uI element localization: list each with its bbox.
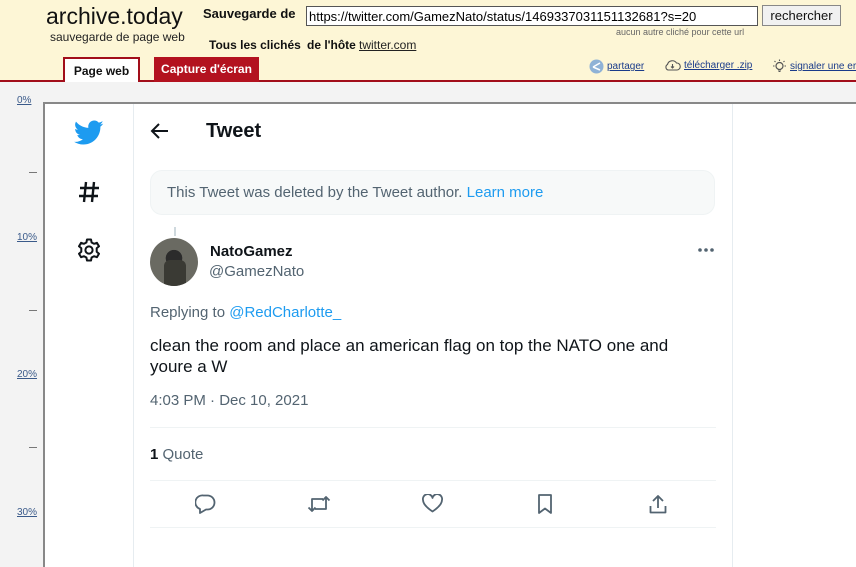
share-upload-icon[interactable] xyxy=(649,494,667,514)
save-label: Sauvegarde de xyxy=(203,6,296,21)
download-label: télécharger .zip xyxy=(684,59,753,71)
share-icon xyxy=(589,59,604,74)
replying-to-prefix: Replying to xyxy=(150,304,226,321)
ruler-tick xyxy=(29,447,37,448)
page-title: Tweet xyxy=(206,120,262,142)
report-label: signaler une erreur xyxy=(790,61,856,72)
ruler-label-0[interactable]: 0% xyxy=(17,95,31,106)
tweet-column: Tweet This Tweet was deleted by the Twee… xyxy=(134,104,733,567)
from-host-label: de l'hôte xyxy=(307,38,356,52)
author-handle[interactable]: @GamezNato xyxy=(209,263,304,280)
lightbulb-icon xyxy=(773,59,786,73)
retweet-icon[interactable] xyxy=(307,494,331,514)
thread-connector-line xyxy=(174,227,176,236)
settings-gear-icon[interactable] xyxy=(77,238,101,262)
ruler-tick xyxy=(29,310,37,311)
avatar[interactable] xyxy=(150,238,198,286)
ruler-label-20[interactable]: 20% xyxy=(17,369,37,380)
host-link[interactable]: twitter.com xyxy=(359,38,416,52)
learn-more-link[interactable]: Learn more xyxy=(467,184,544,201)
author-name[interactable]: NatoGamez xyxy=(210,243,293,260)
ruler-label-10[interactable]: 10% xyxy=(17,232,37,243)
avatar-figure xyxy=(164,260,186,286)
quote-count[interactable]: 1 Quote xyxy=(150,446,203,463)
replying-to: Replying to @RedCharlotte_ xyxy=(150,304,341,321)
explore-hashtag-icon[interactable] xyxy=(77,180,101,204)
share-link[interactable]: partager xyxy=(589,59,644,74)
divider xyxy=(150,427,716,428)
twitter-sidebar xyxy=(45,104,134,567)
like-heart-icon[interactable] xyxy=(422,494,443,513)
tab-webpage[interactable]: Page web xyxy=(63,57,140,82)
all-snapshots-label: Tous les clichés xyxy=(209,38,301,52)
share-label: partager xyxy=(607,61,645,72)
url-input[interactable] xyxy=(306,6,758,26)
search-button[interactable]: rechercher xyxy=(762,5,841,26)
tweet-text: clean the room and place an american fla… xyxy=(150,336,669,376)
replying-to-handle[interactable]: @RedCharlotte_ xyxy=(229,304,341,321)
bookmark-icon[interactable] xyxy=(537,494,553,514)
archive-header: archive.today sauvegarde de page web Sau… xyxy=(0,0,856,82)
back-arrow-icon[interactable] xyxy=(150,121,170,141)
report-link[interactable]: signaler une erreur xyxy=(772,59,856,74)
download-link[interactable]: télécharger .zip xyxy=(664,59,752,71)
twitter-bird-icon[interactable] xyxy=(74,120,104,146)
tab-screenshot[interactable]: Capture d'écran xyxy=(154,57,259,82)
no-other-snapshot-note: aucun autre cliché pour cette url xyxy=(616,27,745,37)
cloud-download-icon xyxy=(665,60,681,71)
divider xyxy=(150,527,716,528)
quote-count-label: Quote xyxy=(162,446,204,463)
reply-icon[interactable] xyxy=(195,494,216,514)
quote-count-number: 1 xyxy=(150,446,159,463)
ruler-label-30[interactable]: 30% xyxy=(17,507,37,518)
more-options-icon[interactable] xyxy=(697,247,715,253)
deleted-notice-text: This Tweet was deleted by the Tweet auth… xyxy=(167,184,463,201)
divider xyxy=(150,480,716,481)
archive-logo-subtitle: sauvegarde de page web xyxy=(50,30,185,44)
tweet-timestamp[interactable]: 4:03 PM · Dec 10, 2021 xyxy=(150,392,308,409)
deleted-tweet-notice: This Tweet was deleted by the Tweet auth… xyxy=(150,170,715,215)
ruler-tick xyxy=(29,172,37,173)
archive-logo[interactable]: archive.today xyxy=(46,3,183,30)
